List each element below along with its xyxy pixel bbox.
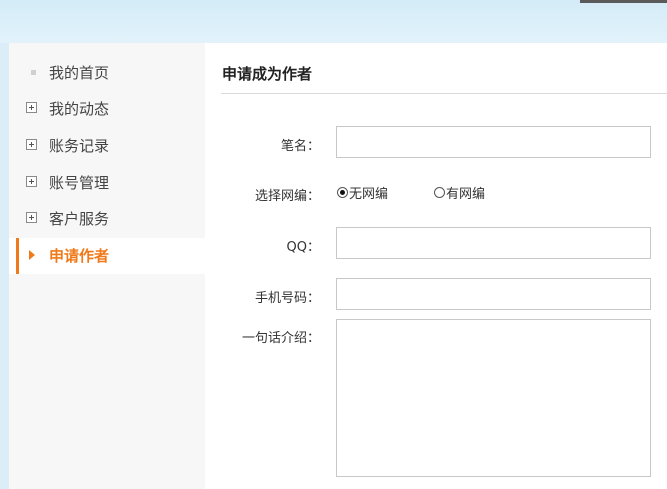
sidebar-item-apply-author[interactable]: 申请作者: [9, 238, 205, 274]
qq-label: QQ：: [286, 240, 320, 255]
sidebar-item-label: 我的首页: [49, 64, 110, 82]
pen-name-input[interactable]: [336, 126, 651, 158]
expand-plus-icon[interactable]: [26, 102, 37, 113]
sidebar-item-account[interactable]: 账号管理: [9, 165, 205, 201]
active-indicator: [16, 238, 19, 274]
sidebar-item-activity[interactable]: 我的动态: [9, 91, 205, 127]
top-banner: [0, 0, 667, 43]
qq-input[interactable]: [336, 227, 651, 259]
bullet-icon: [31, 70, 36, 75]
sidebar-item-billing[interactable]: 账务记录: [9, 128, 205, 164]
radio-checked-icon[interactable]: [337, 187, 348, 198]
expand-plus-icon[interactable]: [26, 139, 37, 150]
radio-has-editor[interactable]: 有网编: [434, 183, 485, 202]
expand-plus-icon[interactable]: [26, 176, 37, 187]
caret-right-icon: [29, 250, 35, 260]
sidebar-item-support[interactable]: 客户服务: [9, 201, 205, 237]
sidebar-item-home[interactable]: 我的首页: [9, 55, 205, 91]
expand-plus-icon[interactable]: [26, 212, 37, 223]
sidebar-item-label: 申请作者: [49, 247, 110, 265]
sidebar: 我的首页 我的动态 账务记录 账号管理 客户服务 申请作者: [9, 43, 205, 489]
top-dark-strip: [580, 0, 667, 3]
intro-label: 一句话介绍：: [241, 331, 320, 346]
sidebar-item-label: 客户服务: [49, 210, 110, 228]
editor-label: 选择网编：: [254, 189, 320, 204]
sidebar-item-label: 我的动态: [49, 100, 110, 118]
page-title: 申请成为作者: [222, 65, 313, 83]
title-divider: [221, 93, 667, 94]
sidebar-item-label: 账号管理: [49, 174, 110, 192]
radio-no-editor[interactable]: 无网编: [337, 183, 388, 202]
sidebar-item-label: 账务记录: [49, 137, 110, 155]
intro-textarea[interactable]: [336, 319, 651, 477]
radio-option-label: 无网编: [349, 187, 389, 202]
pen-name-label: 笔名：: [280, 139, 320, 154]
phone-input[interactable]: [336, 278, 651, 310]
radio-unchecked-icon[interactable]: [434, 187, 445, 198]
phone-label: 手机号码：: [254, 291, 320, 306]
radio-option-label: 有网编: [446, 187, 486, 202]
